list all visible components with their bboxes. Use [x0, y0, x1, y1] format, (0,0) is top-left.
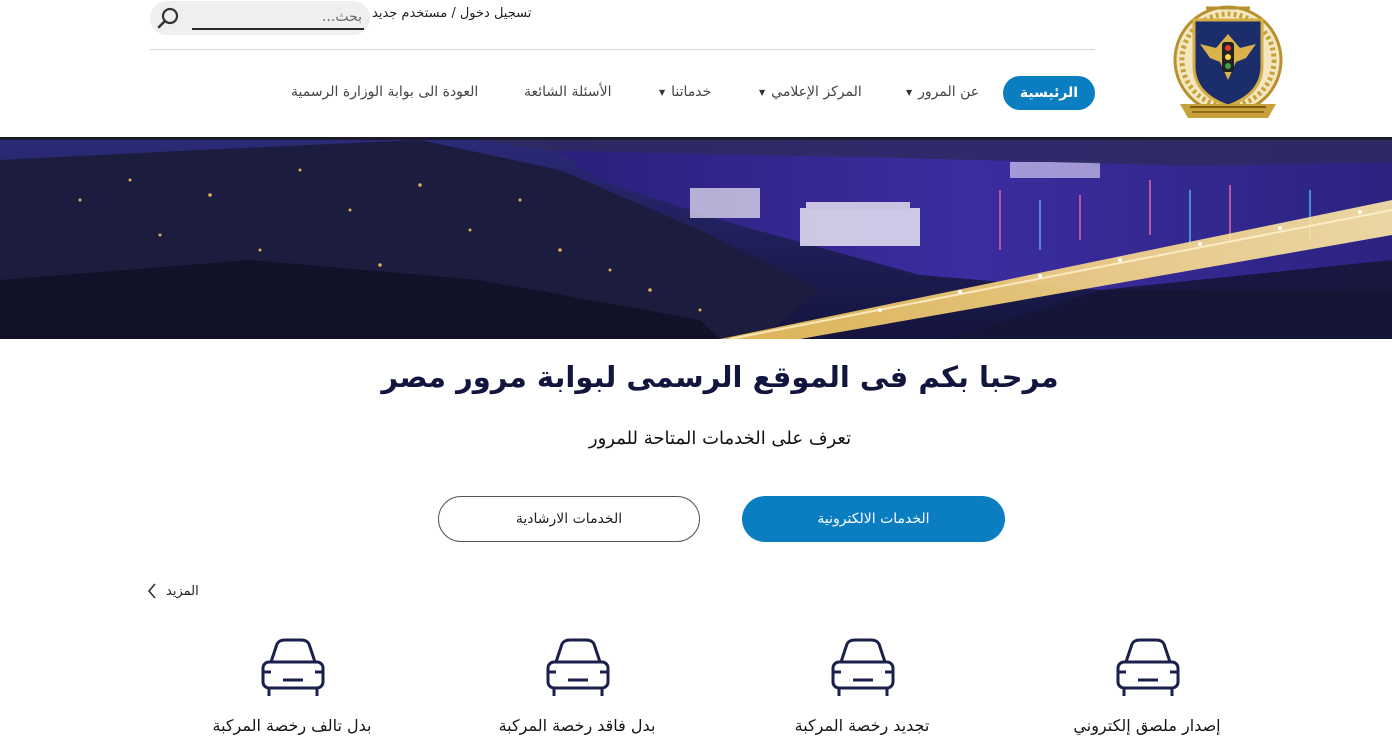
search-icon[interactable] — [155, 5, 181, 31]
guidance-services-button[interactable]: الخدمات الارشادية — [438, 496, 700, 542]
nav-media-label: المركز الإعلامي — [771, 84, 862, 100]
nav-about[interactable]: عن المرور ▼ — [906, 80, 979, 104]
register-link[interactable]: مستخدم جديد — [372, 6, 447, 21]
chevron-left-icon — [147, 583, 156, 599]
car-icon — [831, 638, 895, 696]
service-label: بدل فاقد رخصة المركبة — [498, 716, 656, 735]
nav-services[interactable]: خدماتنا ▼ — [659, 80, 711, 104]
service-card[interactable]: إصدار ملصق إلكتروني — [1027, 630, 1267, 754]
caret-down-icon: ▼ — [759, 87, 766, 97]
car-icon — [261, 638, 325, 696]
more-label: المزيد — [166, 583, 199, 599]
more-link[interactable]: المزيد — [146, 580, 199, 602]
car-icon — [546, 638, 610, 696]
ministry-logo[interactable] — [1170, 2, 1286, 124]
nav-home[interactable]: الرئيسية — [1003, 76, 1095, 110]
nav-faq[interactable]: الأسئلة الشائعة — [524, 80, 612, 104]
service-card[interactable]: تجديد رخصة المركبة — [742, 630, 982, 754]
car-icon — [1116, 638, 1180, 696]
service-label: تجديد رخصة المركبة — [794, 716, 930, 735]
auth-separator: / — [447, 6, 460, 21]
nav-about-label: عن المرور — [918, 84, 980, 100]
caret-down-icon: ▼ — [659, 87, 666, 97]
service-card[interactable]: بدل فاقد رخصة المركبة — [457, 630, 697, 754]
nav-faq-label: الأسئلة الشائعة — [524, 84, 612, 100]
service-card[interactable]: بدل تالف رخصة المركبة — [172, 630, 412, 754]
auth-links: تسجيل دخول / مستخدم جديد — [372, 6, 531, 28]
electronic-services-button[interactable]: الخدمات الالكترونية — [742, 496, 1005, 542]
welcome-title: مرحبا بكم فى الموقع الرسمى لبوابة مرور م… — [381, 360, 1059, 394]
service-label: إصدار ملصق إلكتروني — [1073, 716, 1221, 735]
nav-ministry[interactable]: العودة الى بوابة الوزارة الرسمية — [291, 80, 478, 104]
service-label: بدل تالف رخصة المركبة — [212, 716, 372, 735]
nav-ministry-label: العودة الى بوابة الوزارة الرسمية — [291, 84, 479, 100]
search-input[interactable] — [192, 6, 364, 30]
nav-services-label: خدماتنا — [671, 84, 712, 100]
caret-down-icon: ▼ — [906, 87, 913, 97]
welcome-subtitle: تعرف على الخدمات المتاحة للمرور — [588, 428, 852, 449]
header-divider — [150, 49, 1095, 50]
login-link[interactable]: تسجيل دخول — [460, 6, 532, 21]
nav-media[interactable]: المركز الإعلامي ▼ — [759, 80, 862, 104]
hero-banner-image — [0, 140, 1392, 339]
